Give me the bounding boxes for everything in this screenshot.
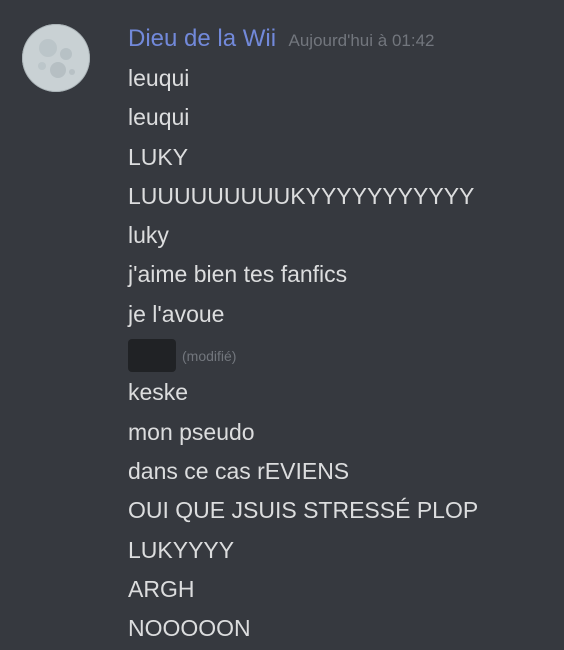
message-line: LUKY: [128, 143, 189, 170]
spoiler-block[interactable]: [128, 339, 176, 373]
message-line: LUUUUUUUUUKYYYYYYYYYYY: [128, 182, 475, 209]
message-line: leuqui: [128, 104, 190, 131]
message-line: dans ce cas rEVIENS: [128, 457, 350, 484]
message-line: je l'avoue: [128, 300, 225, 327]
user-avatar[interactable]: [22, 24, 90, 92]
message-line: OUI QUE JSUIS STRESSÉ PLOP: [128, 497, 479, 524]
message-line: keske: [128, 379, 189, 406]
message-line: LUKYYYY: [128, 536, 235, 563]
moon-avatar-icon: [22, 24, 90, 92]
message-line: leuqui: [128, 65, 190, 91]
message-group: Dieu de la Wii Aujourd'hui à 01:42 leuqu…: [0, 0, 564, 650]
message-lines: leuqui leuqui LUKY LUUUUUUUUUKYYYYYYYYYY…: [128, 64, 548, 650]
author-name[interactable]: Dieu de la Wii: [128, 25, 276, 52]
message-line: ARGH: [128, 575, 195, 602]
message-line: mon pseudo: [128, 418, 255, 445]
spoiler-message: (modifié): [128, 339, 548, 378]
message-line: j'aime bien tes fanfics: [128, 261, 348, 288]
message-timestamp[interactable]: Aujourd'hui à 01:42: [289, 31, 435, 50]
message-header: Dieu de la Wii Aujourd'hui à 01:42: [128, 25, 435, 55]
edited-label: (modifié): [182, 347, 237, 364]
message-line: NOOOOON: [128, 615, 251, 642]
message-line: luky: [128, 222, 169, 249]
